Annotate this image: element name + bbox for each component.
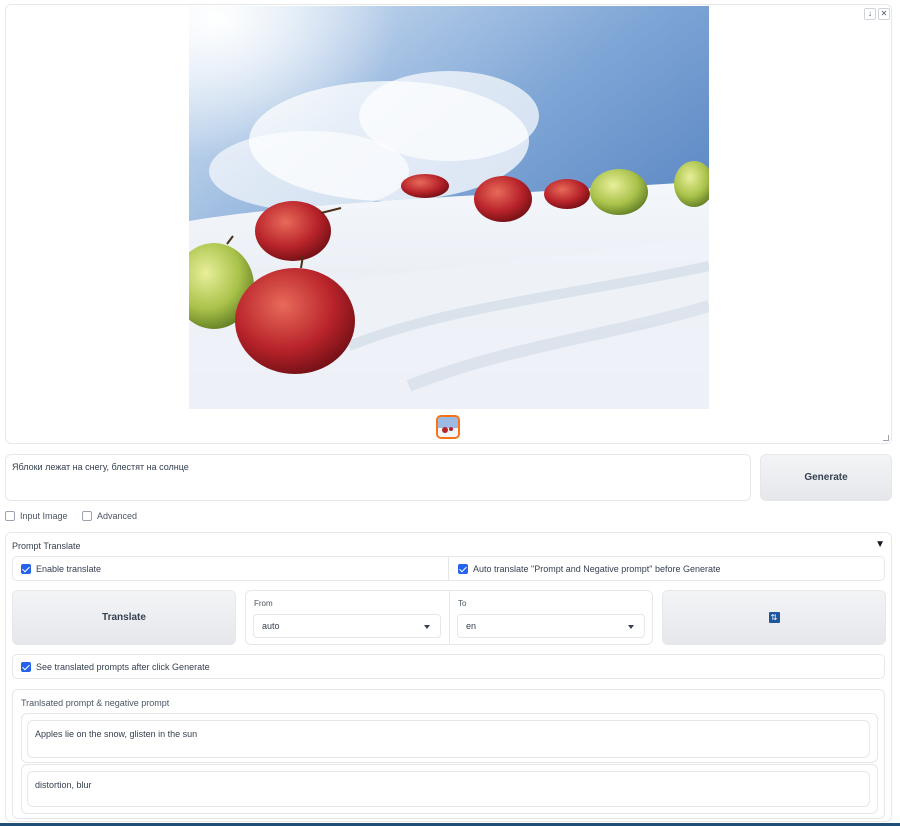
auto-translate-option[interactable]: Auto translate "Prompt and Negative prom… xyxy=(450,557,886,580)
translate-button[interactable]: Translate xyxy=(12,590,236,645)
language-selectors: From auto To en xyxy=(245,590,653,645)
from-label: From xyxy=(254,599,273,608)
advanced-checkbox[interactable] xyxy=(82,511,92,521)
generate-button[interactable]: Generate xyxy=(760,454,892,501)
see-translated-option[interactable]: See translated prompts after click Gener… xyxy=(12,654,885,679)
from-language-select[interactable]: auto xyxy=(253,614,441,638)
auto-translate-checkbox[interactable] xyxy=(458,563,468,574)
translated-prompts-group: Tranlsated prompt & negative prompt Appl… xyxy=(12,689,885,819)
from-language-group: From auto xyxy=(246,591,450,644)
input-image-label: Input Image xyxy=(20,511,68,521)
swap-languages-button[interactable]: ⇅ xyxy=(662,590,886,645)
to-language-group: To en xyxy=(450,591,654,644)
swap-icon: ⇅ xyxy=(768,612,780,623)
prompt-translate-title[interactable]: Prompt Translate xyxy=(12,541,81,551)
download-icon[interactable]: ↓ xyxy=(864,8,876,20)
enable-translate-label: Enable translate xyxy=(36,563,102,574)
see-translated-checkbox[interactable] xyxy=(21,661,31,672)
advanced-label: Advanced xyxy=(97,511,138,521)
thumbnail-image xyxy=(438,417,458,437)
resize-handle[interactable] xyxy=(883,435,889,441)
output-gallery: ↓ ✕ xyxy=(5,4,892,444)
auto-translate-label: Auto translate "Prompt and Negative prom… xyxy=(473,563,721,574)
close-icon[interactable]: ✕ xyxy=(878,8,890,20)
chevron-down-icon xyxy=(628,625,634,629)
apples-in-snow-image xyxy=(189,6,709,409)
collapse-arrow-icon[interactable]: ▼ xyxy=(875,539,885,550)
gallery-thumbnail[interactable] xyxy=(436,415,460,439)
enable-translate-option[interactable]: Enable translate xyxy=(13,557,449,580)
generated-image[interactable] xyxy=(189,6,709,409)
translate-options-row: Enable translate Auto translate "Prompt … xyxy=(12,556,885,581)
to-language-value: en xyxy=(466,621,477,631)
to-language-select[interactable]: en xyxy=(457,614,645,638)
see-translated-label: See translated prompts after click Gener… xyxy=(36,661,210,672)
translated-prompt-field[interactable]: Apples lie on the snow, glisten in the s… xyxy=(27,720,870,758)
enable-translate-checkbox[interactable] xyxy=(21,563,31,574)
input-image-checkbox[interactable] xyxy=(5,511,15,521)
translated-prompts-title: Tranlsated prompt & negative prompt xyxy=(21,698,170,708)
translated-negative-field[interactable]: distortion, blur xyxy=(27,771,870,807)
prompt-translate-panel: Prompt Translate ▼ Enable translate Auto… xyxy=(5,532,892,822)
from-language-value: auto xyxy=(262,621,280,631)
input-image-option[interactable]: Input Image xyxy=(5,511,68,521)
chevron-down-icon xyxy=(424,625,430,629)
to-label: To xyxy=(458,599,467,608)
advanced-option[interactable]: Advanced xyxy=(82,511,137,521)
prompt-input[interactable]: Яблоки лежат на снегу, блестят на солнце xyxy=(5,454,751,501)
